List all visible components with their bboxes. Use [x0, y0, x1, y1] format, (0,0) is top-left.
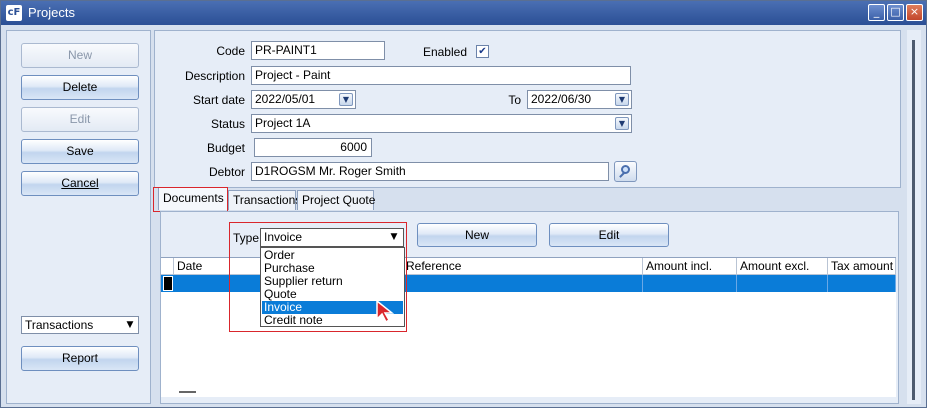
report-button[interactable]: Report — [21, 346, 139, 371]
title-bar[interactable]: cF Projects _ □ × — [1, 1, 926, 25]
start-date-field[interactable]: 2022/05/01 ▼ — [251, 90, 356, 109]
delete-button[interactable]: Delete — [21, 75, 139, 100]
documents-tab-highlight — [153, 187, 228, 212]
column-reference[interactable]: Reference — [403, 258, 643, 275]
action-panel: New Delete Edit Save Cancel Transactions… — [6, 30, 151, 404]
enabled-label: Enabled — [422, 45, 467, 59]
chevron-down-icon[interactable]: ▼ — [615, 117, 629, 130]
start-date-value: 2022/05/01 — [255, 92, 316, 106]
vertical-scrollbar[interactable] — [907, 30, 921, 404]
column-tax-amount[interactable]: Tax amount — [828, 258, 896, 275]
calendar-dropdown-icon[interactable]: ▼ — [339, 93, 353, 106]
column-amount-excl[interactable]: Amount excl. — [737, 258, 828, 275]
code-label: Code — [216, 44, 245, 58]
grid-footer-mark — [179, 391, 196, 393]
window-title: Projects — [28, 5, 75, 20]
status-value: Project 1A — [255, 116, 311, 130]
start-date-label: Start date — [192, 93, 245, 107]
edit-button[interactable]: Edit — [21, 107, 139, 132]
edit-document-button[interactable]: Edit — [549, 223, 669, 247]
view-select[interactable]: Transactions ▼ — [21, 316, 139, 334]
save-button[interactable]: Save — [21, 139, 139, 164]
column-amount-incl[interactable]: Amount incl. — [643, 258, 737, 275]
status-select[interactable]: Project 1A ▼ — [251, 114, 632, 133]
debtor-label: Debtor — [208, 165, 245, 179]
budget-label: Budget — [206, 141, 245, 155]
budget-field[interactable]: 6000 — [254, 138, 372, 157]
tab-transactions[interactable]: Transactions — [228, 190, 301, 210]
view-select-value: Transactions — [25, 318, 94, 332]
description-label: Description — [184, 69, 245, 83]
status-label: Status — [210, 117, 245, 131]
projects-window: cF Projects _ □ × New Delete Edit Save C… — [0, 0, 927, 408]
minimize-button[interactable]: _ — [868, 4, 885, 21]
enabled-checkbox[interactable]: ✔ — [476, 45, 489, 58]
maximize-button[interactable]: □ — [887, 4, 904, 21]
row-indicator — [163, 276, 173, 291]
debtor-search-button[interactable] — [614, 161, 637, 182]
app-logo-icon: cF — [6, 5, 22, 21]
to-date-value: 2022/06/30 — [531, 92, 592, 106]
cancel-button[interactable]: Cancel — [21, 171, 139, 196]
to-date-field[interactable]: 2022/06/30 ▼ — [527, 90, 632, 109]
new-document-button[interactable]: New — [417, 223, 537, 247]
close-button[interactable]: × — [906, 4, 923, 21]
tab-project-quote[interactable]: Project Quote — [297, 190, 375, 210]
description-field[interactable]: Project - Paint — [251, 66, 631, 85]
new-button[interactable]: New — [21, 43, 139, 68]
mouse-pointer-icon — [376, 300, 394, 324]
debtor-field[interactable]: D1ROGSM Mr. Roger Smith — [251, 162, 609, 181]
chevron-down-icon: ▼ — [126, 320, 134, 330]
project-details-form: Code PR-PAINT1 Enabled ✔ Description Pro… — [154, 30, 901, 188]
to-date-label: To — [508, 93, 521, 107]
calendar-dropdown-icon[interactable]: ▼ — [615, 93, 629, 106]
code-field[interactable]: PR-PAINT1 — [251, 41, 385, 60]
checkmark-icon: ✔ — [478, 46, 487, 57]
